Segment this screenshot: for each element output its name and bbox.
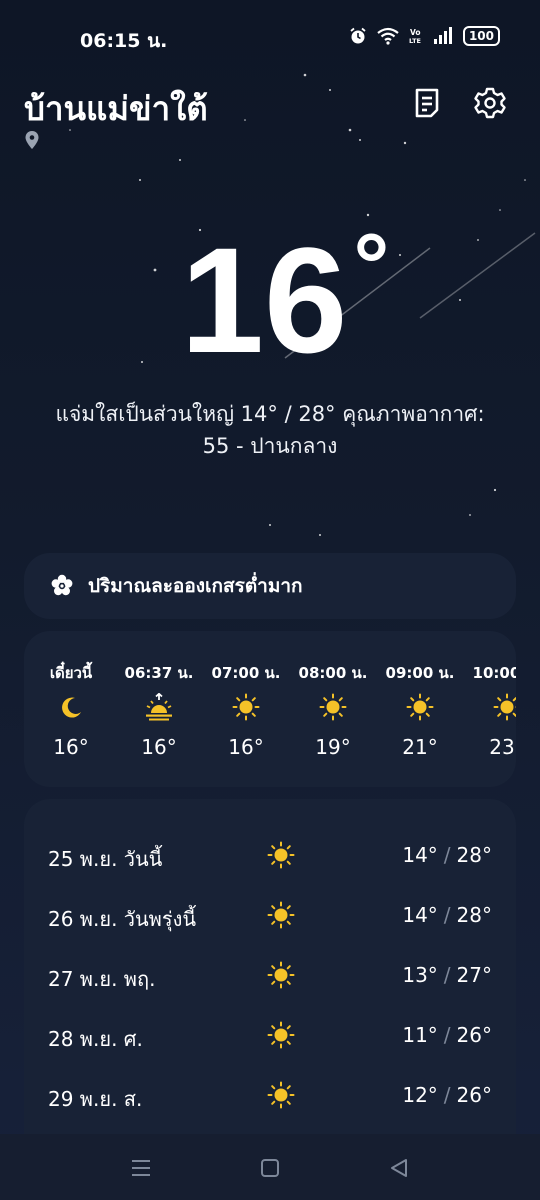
temp-separator: / [443, 1083, 451, 1107]
temp-separator: / [443, 903, 451, 927]
moon-icon [62, 697, 81, 718]
hourly-time: 07:00 น. [211, 664, 281, 682]
back-icon[interactable] [387, 1156, 411, 1180]
daily-date: 29 พ.ย. ส. [48, 1087, 143, 1111]
hourly-temp: 16° [53, 735, 89, 759]
signal-icon [433, 27, 452, 44]
hourly-temp: 19° [315, 735, 351, 759]
hourly-time: 10:00 น. [472, 664, 516, 682]
daily-high: 28° [456, 903, 492, 927]
location-title[interactable]: บ้านแม่ข่าใต้ [24, 82, 208, 135]
daily-high: 26° [456, 1083, 492, 1107]
daily-temps: 12°/26° [402, 1083, 492, 1107]
svg-text:LTE: LTE [409, 37, 421, 45]
sun-icon [267, 961, 295, 989]
hourly-time: เดี๋ยวนี้ [49, 664, 93, 682]
weather-summary: แจ่มใสเป็นส่วนใหญ่ 14° / 28° คุณภาพอากาศ… [55, 402, 485, 458]
sun-icon [232, 693, 260, 721]
hourly-time: 08:00 น. [298, 664, 368, 682]
note-icon[interactable] [410, 86, 444, 120]
gear-icon[interactable] [473, 86, 507, 120]
menu-icon[interactable] [129, 1156, 153, 1180]
hourly-temp: 23° [489, 735, 516, 759]
status-time: 06:15 น. [80, 30, 168, 52]
degree-symbol: ° [353, 216, 390, 316]
sun-icon [267, 1081, 295, 1109]
status-bar: 06:15 น. Vo LTE 100 [0, 0, 540, 70]
daily-low: 12° [402, 1083, 438, 1107]
daily-temps: 14°/28° [402, 843, 492, 867]
navigation-bar [0, 1134, 540, 1200]
hourly-time: 06:37 น. [124, 664, 194, 682]
daily-date: 26 พ.ย. วันพรุ่งนี้ [48, 907, 197, 931]
daily-high: 27° [456, 963, 492, 987]
current-temperature-value: 16 [180, 216, 348, 384]
hourly-temp: 21° [402, 735, 438, 759]
hourly-time: 09:00 น. [385, 664, 455, 682]
daily-temps: 13°/27° [402, 963, 492, 987]
pollen-alert-text: ปริมาณละอองเกสรต่ำมาก [88, 575, 303, 597]
daily-row[interactable]: 28 พ.ย. ศ. 11°/26° [24, 1009, 516, 1069]
temp-separator: / [443, 1023, 451, 1047]
daily-row[interactable]: 26 พ.ย. วันพรุ่งนี้ 14°/28° [24, 889, 516, 949]
daily-temps: 14°/28° [402, 903, 492, 927]
wifi-icon [377, 27, 399, 45]
svg-text:Vo: Vo [410, 28, 421, 37]
daily-date: 25 พ.ย. วันนี้ [48, 847, 163, 871]
home-icon[interactable] [258, 1156, 282, 1180]
flower-icon [51, 574, 73, 596]
pollen-alert-card[interactable]: ปริมาณละอองเกสรต่ำมาก [24, 553, 516, 619]
daily-date: 28 พ.ย. ศ. [48, 1027, 143, 1051]
sun-icon [267, 901, 295, 929]
daily-forecast-card[interactable]: 25 พ.ย. วันนี้ 14°/28° 26 พ.ย. วันพรุ่งน… [24, 799, 516, 1139]
daily-low: 13° [402, 963, 438, 987]
alarm-icon [350, 27, 366, 44]
daily-temps: 11°/26° [402, 1023, 492, 1047]
sunrise-icon [146, 693, 172, 721]
daily-date: 27 พ.ย. พฤ. [48, 967, 156, 991]
daily-row[interactable]: 27 พ.ย. พฤ. 13°/27° [24, 949, 516, 1009]
hourly-temp: 16° [141, 735, 177, 759]
sun-icon [493, 693, 516, 721]
daily-high: 28° [456, 843, 492, 867]
status-icons: Vo LTE 100 [349, 24, 500, 48]
daily-low: 11° [402, 1023, 438, 1047]
sun-icon [319, 693, 347, 721]
daily-row[interactable]: 25 พ.ย. วันนี้ 14°/28° [24, 829, 516, 889]
daily-high: 26° [456, 1023, 492, 1047]
hourly-forecast-card[interactable]: เดี๋ยวนี้ 16° 06:37 น. 16° 07:00 น. 16° … [24, 631, 516, 787]
temp-separator: / [443, 963, 451, 987]
daily-row[interactable]: 29 พ.ย. ส. 12°/26° [24, 1069, 516, 1129]
sun-icon [267, 841, 295, 869]
daily-low: 14° [402, 843, 438, 867]
battery-indicator: 100 [462, 26, 500, 46]
sun-icon [267, 1021, 295, 1049]
location-pin-icon [25, 131, 39, 149]
hourly-temp: 16° [228, 735, 264, 759]
temp-separator: / [443, 843, 451, 867]
volte-icon: Vo LTE [409, 28, 421, 45]
current-temperature: 16 ° [0, 221, 540, 375]
sun-icon [406, 693, 434, 721]
daily-low: 14° [402, 903, 438, 927]
